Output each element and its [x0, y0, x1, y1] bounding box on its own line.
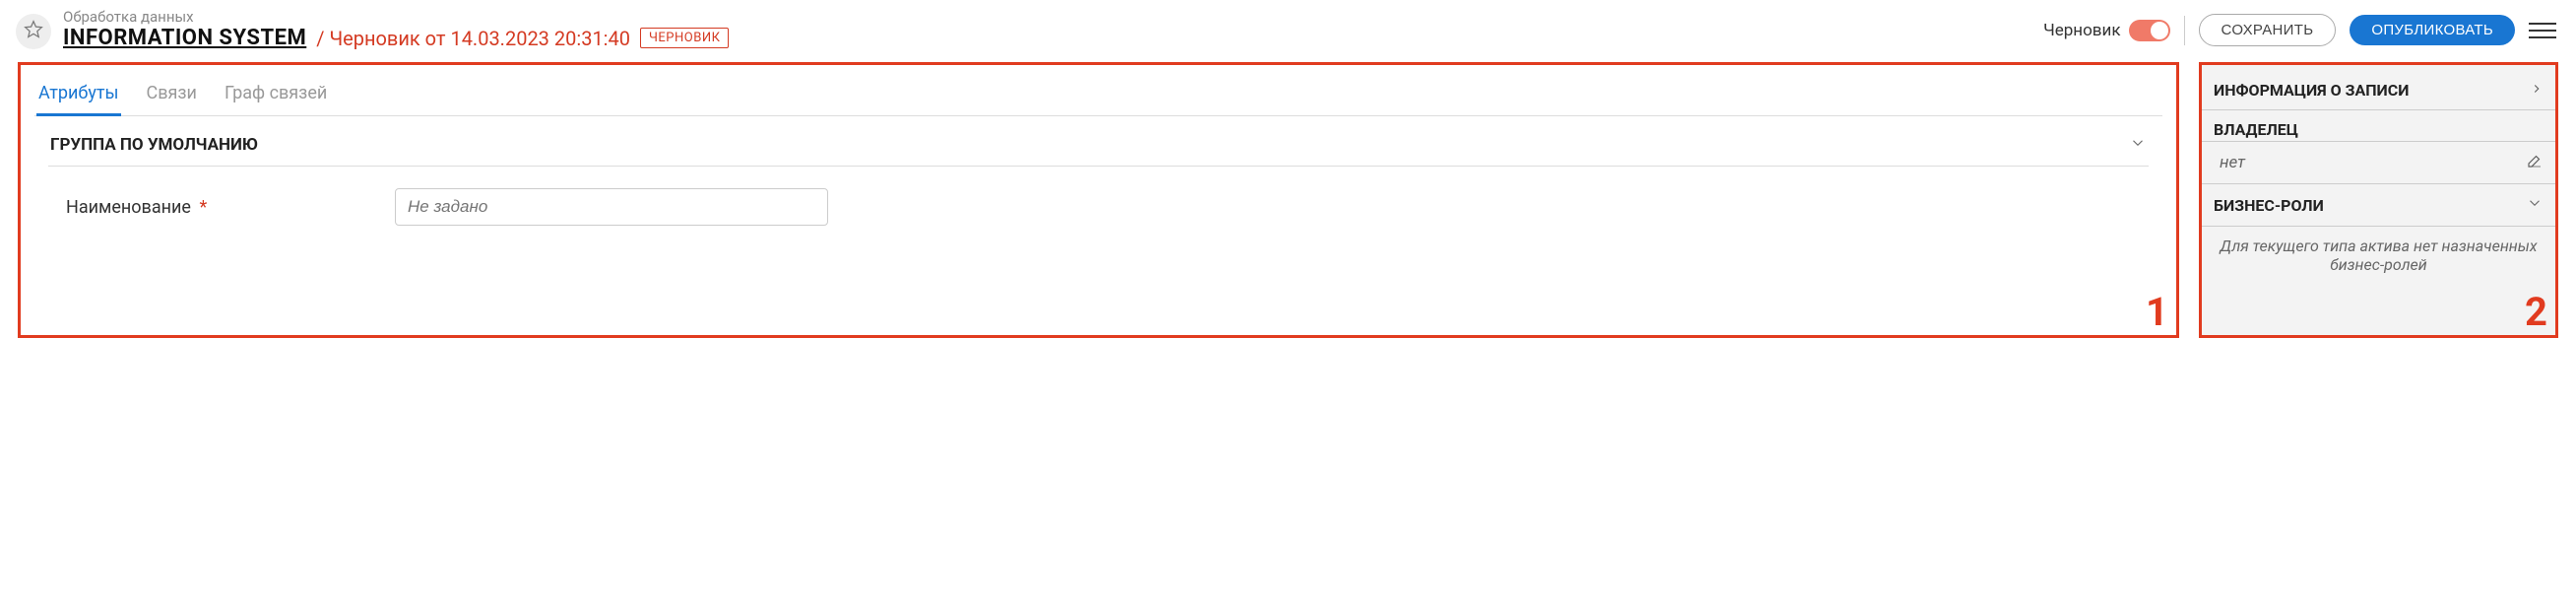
- hamburger-menu[interactable]: [2529, 17, 2556, 44]
- draft-toggle[interactable]: [2129, 20, 2170, 41]
- breadcrumb: Обработка данных: [63, 8, 729, 26]
- favorite-button[interactable]: [16, 14, 51, 49]
- draft-toggle-label: Черновик: [2043, 21, 2120, 40]
- panel-section-roles[interactable]: БИЗНЕС-РОЛИ: [2202, 184, 2555, 227]
- tab-graph[interactable]: Граф связей: [223, 75, 329, 116]
- form-row-name: Наименование *: [34, 167, 2162, 226]
- edit-icon[interactable]: [2526, 152, 2544, 173]
- field-label-text: Наименование: [66, 197, 191, 218]
- status-badge: ЧЕРНОВИК: [640, 28, 729, 48]
- save-button[interactable]: СОХРАНИТЬ: [2199, 14, 2337, 46]
- main-panel: Атрибуты Связи Граф связей ГРУППА ПО УМО…: [18, 62, 2179, 338]
- panel-owner-title: ВЛАДЕЛЕЦ: [2214, 120, 2298, 139]
- page-title[interactable]: INFORMATION SYSTEM: [63, 26, 306, 50]
- title-block: Обработка данных INFORMATION SYSTEM / Че…: [63, 8, 729, 50]
- field-label-name: Наименование *: [66, 197, 371, 218]
- chevron-down-icon: [2129, 134, 2147, 156]
- chevron-right-icon: [2530, 81, 2544, 100]
- annotation-2: 2: [2525, 289, 2547, 335]
- panel-section-info[interactable]: ИНФОРМАЦИЯ О ЗАПИСИ: [2202, 71, 2555, 110]
- draft-toggle-wrap: Черновик: [2043, 20, 2169, 41]
- group-header[interactable]: ГРУППА ПО УМОЛЧАНИЮ: [48, 116, 2149, 167]
- star-icon: [24, 20, 43, 43]
- panel-info-title: ИНФОРМАЦИЯ О ЗАПИСИ: [2214, 81, 2409, 100]
- owner-value: нет: [2214, 153, 2245, 172]
- draft-timestamp: / Черновик от 14.03.2023 20:31:40: [316, 27, 630, 50]
- group-title: ГРУППА ПО УМОЛЧАНИЮ: [50, 135, 258, 155]
- panel-owner-value-row: нет: [2202, 142, 2555, 184]
- menu-line-icon: [2529, 23, 2556, 25]
- menu-line-icon: [2529, 36, 2556, 38]
- name-input[interactable]: [395, 188, 828, 226]
- panel-section-owner: ВЛАДЕЛЕЦ: [2202, 110, 2555, 142]
- side-panel: ИНФОРМАЦИЯ О ЗАПИСИ ВЛАДЕЛЕЦ нет БИЗНЕС-…: [2199, 62, 2558, 338]
- tab-attributes[interactable]: Атрибуты: [36, 75, 121, 116]
- tabs: Атрибуты Связи Граф связей: [34, 75, 2162, 116]
- panel-roles-title: БИЗНЕС-РОЛИ: [2214, 196, 2324, 215]
- publish-button[interactable]: ОПУБЛИКОВАТЬ: [2350, 15, 2515, 45]
- menu-line-icon: [2529, 30, 2556, 32]
- roles-note: Для текущего типа актива нет назначенных…: [2202, 227, 2555, 278]
- divider: [2184, 16, 2185, 45]
- chevron-down-icon: [2526, 194, 2544, 216]
- content-area: Атрибуты Связи Граф связей ГРУППА ПО УМО…: [0, 58, 2576, 348]
- header-actions: Черновик СОХРАНИТЬ ОПУБЛИКОВАТЬ: [2043, 14, 2556, 46]
- tab-relations[interactable]: Связи: [145, 75, 199, 116]
- annotation-1: 1: [2146, 289, 2168, 335]
- page-header: Обработка данных INFORMATION SYSTEM / Че…: [0, 0, 2576, 58]
- required-marker: *: [199, 197, 207, 218]
